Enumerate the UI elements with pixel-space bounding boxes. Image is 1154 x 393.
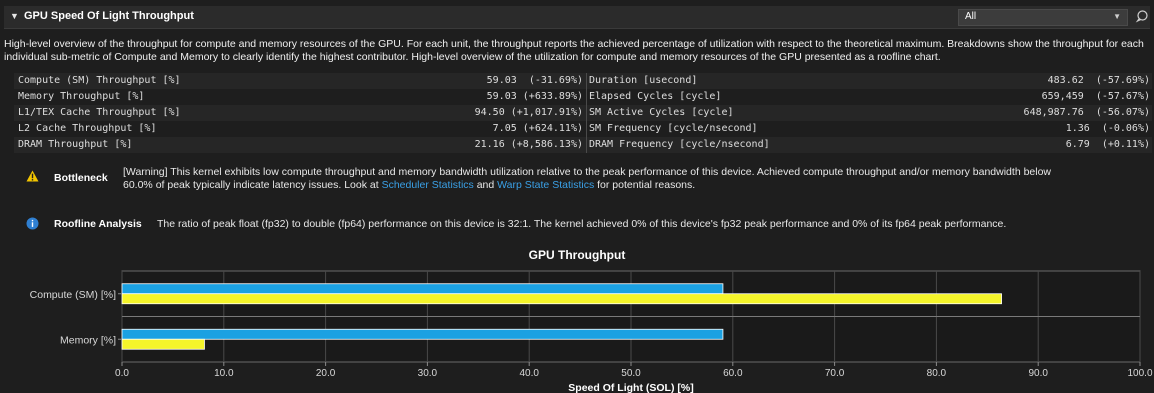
x-tick-label: 80.0 (927, 368, 947, 379)
x-tick-label: 10.0 (214, 368, 234, 379)
x-tick-label: 70.0 (825, 368, 845, 379)
x-tick-label: 90.0 (1028, 368, 1048, 379)
gpu-throughput-chart: 0.0 10.0 20.0 30.0 40.0 50.0 60.0 70.0 80.0 90.0 1… (30, 270, 1153, 393)
y-tick-label: Memory [%] (60, 334, 116, 346)
bar (121, 283, 724, 295)
bar (121, 293, 1002, 305)
x-tick-label: 50.0 (621, 368, 641, 379)
bar (121, 328, 724, 340)
x-tick-label: 40.0 (519, 368, 539, 379)
y-tick-label: Compute (SM) [%] (30, 289, 116, 301)
x-tick-label: 30.0 (418, 368, 438, 379)
bar (121, 338, 205, 350)
x-tick-label: 20.0 (316, 368, 336, 379)
x-tick-label: 0.0 (115, 368, 129, 379)
x-tick-label: 60.0 (723, 368, 743, 379)
x-axis-label: Speed Of Light (SOL) [%] (568, 382, 693, 393)
x-tick-label: 100.0 (1127, 368, 1152, 379)
